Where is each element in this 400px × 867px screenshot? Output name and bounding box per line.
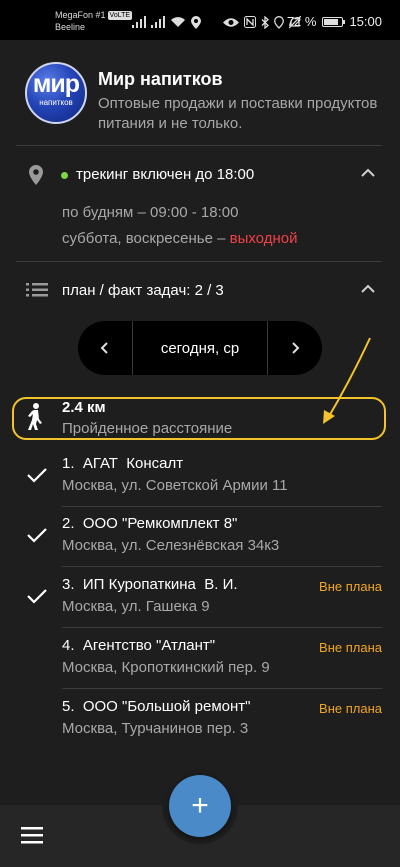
list-icon [26,283,48,297]
status-right: 72 % 15:00 [287,14,382,29]
location-outline-icon [274,15,284,29]
carrier-2: Beeline [55,22,86,32]
company-logo: мир напитков [25,62,87,124]
wifi-icon [171,17,185,27]
company-title: Мир напитков [98,69,223,89]
signal-icon-2 [151,16,165,28]
schedule-weekend-label: суббота, воскресенье – [62,230,230,247]
distance-label: Пройденное расстояние [62,420,233,437]
signal-icon [132,16,146,28]
task-address: Москва, ул. Советской Армии 11 [62,477,288,494]
bluetooth-icon [261,15,269,29]
eye-icon [223,17,239,27]
distance-value: 2.4 км [62,399,106,416]
task-name: 1. АГАТ Консалт [62,455,184,472]
task-name: 2. ООО "Ремкомплект 8" [62,515,238,532]
next-day-button[interactable] [268,321,322,375]
status-icons [132,14,301,30]
task-item[interactable]: 4. Агентство "Атлант" Москва, Кропоткинс… [0,629,400,689]
tracking-status-dot [61,172,68,179]
volte-badge: VoLTE [107,11,133,20]
plan-fact-summary: план / факт задач: 2 / 3 [62,282,224,299]
task-item[interactable]: 1. АГАТ Консалт Москва, ул. Советской Ар… [0,447,400,507]
task-badge: Вне плана [319,579,382,594]
task-item[interactable]: 3. ИП Куропаткина В. И. Москва, ул. Гаше… [0,568,400,628]
collapse-tracking-chevron-icon[interactable] [360,167,376,179]
task-name: 3. ИП Куропаткина В. И. [62,576,238,593]
divider [16,145,382,146]
task-address: Москва, Турчанинов пер. 3 [62,720,249,737]
carrier-info: MegaFon #1 VoLTE Beeline [55,9,133,33]
add-task-button[interactable]: + [169,775,231,837]
task-name: 4. Агентство "Атлант" [62,637,216,654]
task-address: Москва, ул. Селезнёвская 34к3 [62,537,280,554]
current-date-label[interactable]: сегодня, ср [132,321,268,375]
chevron-right-icon [292,342,300,354]
company-subtitle: Оптовые продажи и поставки продуктов пит… [98,95,378,132]
divider [62,566,382,567]
task-badge: Вне плана [319,640,382,655]
task-name: 5. ООО "Большой ремонт" [62,698,251,715]
checkmark-icon [27,589,47,604]
battery-percent: 72 % [286,14,317,29]
battery-icon [322,16,346,27]
task-item[interactable]: 5. ООО "Большой ремонт" Москва, Турчанин… [0,690,400,750]
task-badge: Вне плана [319,701,382,716]
location-pin-icon [29,165,43,185]
schedule-weekend: суббота, воскресенье – выходной [62,230,297,247]
logo-text: мир [32,70,80,98]
task-address: Москва, Кропоткинский пер. 9 [62,659,270,676]
divider [16,261,382,262]
location-icon [191,15,201,29]
divider [62,627,382,628]
clock: 15:00 [349,14,382,29]
carrier-1: MegaFon #1 [55,10,106,20]
chevron-left-icon [100,342,108,354]
divider [62,688,382,689]
task-address: Москва, ул. Гашека 9 [62,598,210,615]
day-off-label: выходной [229,230,298,247]
logo-subtext: напитков [39,98,73,107]
schedule-weekdays: по будням – 09:00 - 18:00 [62,204,239,221]
task-item[interactable]: 2. ООО "Ремкомплект 8" Москва, ул. Селез… [0,507,400,567]
checkmark-icon [27,528,47,543]
walking-person-icon [28,403,42,430]
date-selector: сегодня, ср [78,321,322,375]
hamburger-menu-icon[interactable] [21,827,43,844]
tracking-status: трекинг включен до 18:00 [76,166,255,183]
status-bar: MegaFon #1 VoLTE Beeline 72 % 15:00 [0,0,400,40]
checkmark-icon [27,468,47,483]
previous-day-button[interactable] [78,321,132,375]
collapse-plan-chevron-icon[interactable] [360,283,376,295]
nfc-icon [244,16,256,28]
